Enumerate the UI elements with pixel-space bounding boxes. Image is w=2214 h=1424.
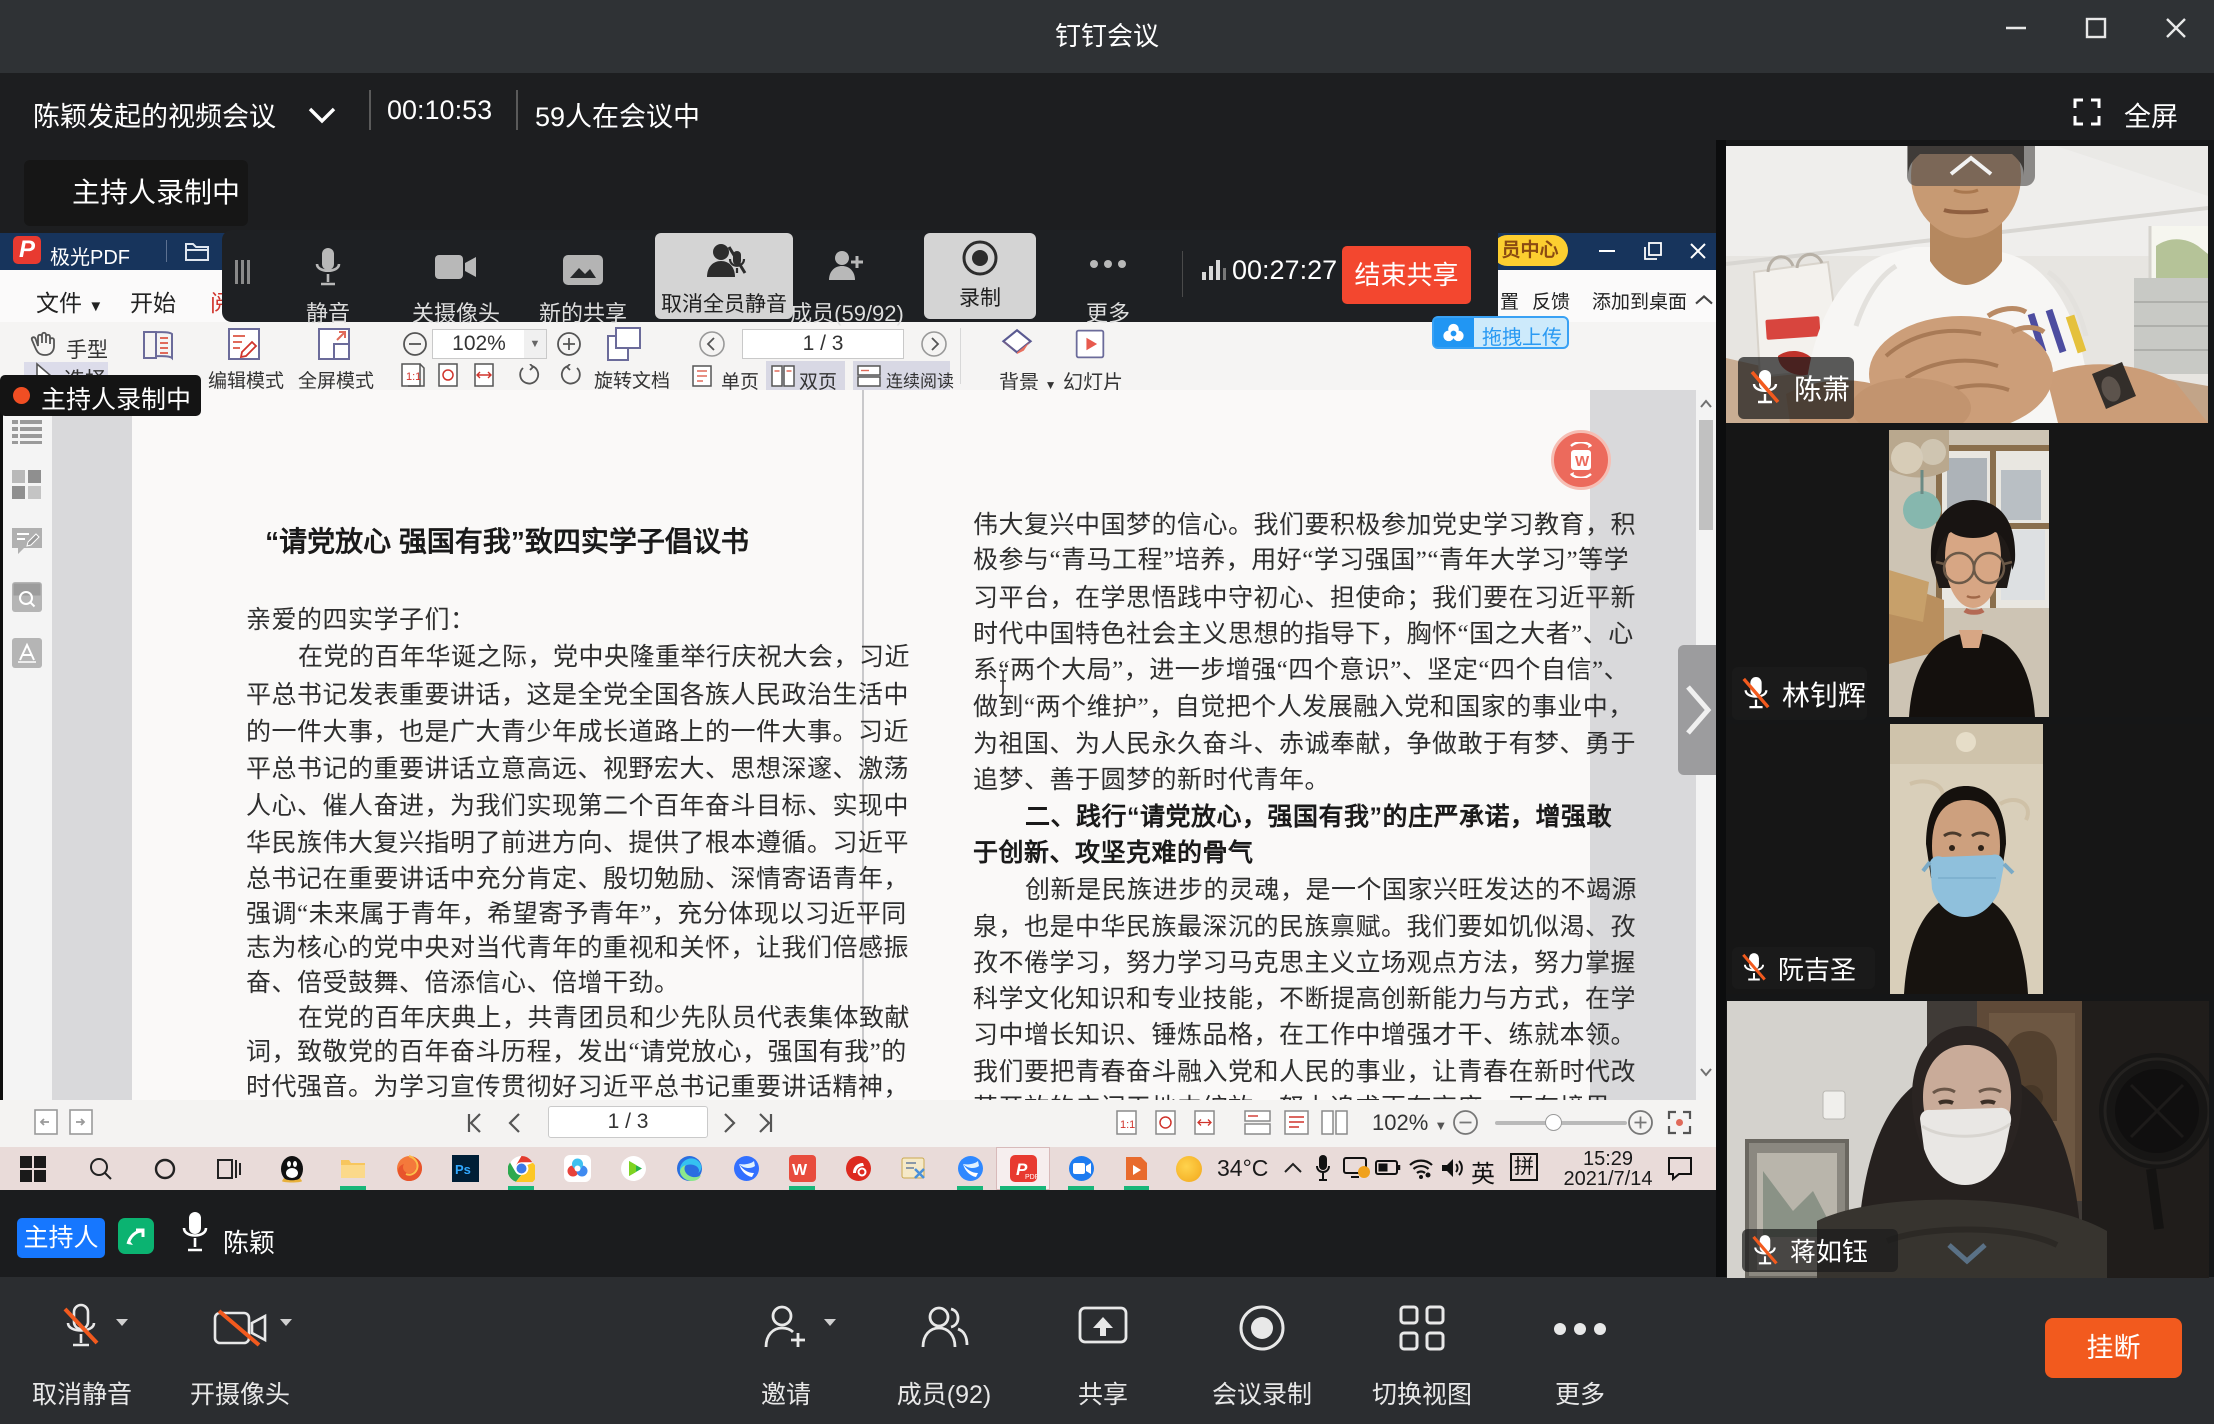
svg-text:W: W [792,1162,808,1179]
svg-text:1:1: 1:1 [1120,1119,1135,1131]
svg-text:PDF: PDF [1025,1174,1037,1181]
svg-text:1:1: 1:1 [406,371,421,383]
svg-text:Ps: Ps [455,1162,471,1177]
svg-text:W: W [1575,453,1590,470]
